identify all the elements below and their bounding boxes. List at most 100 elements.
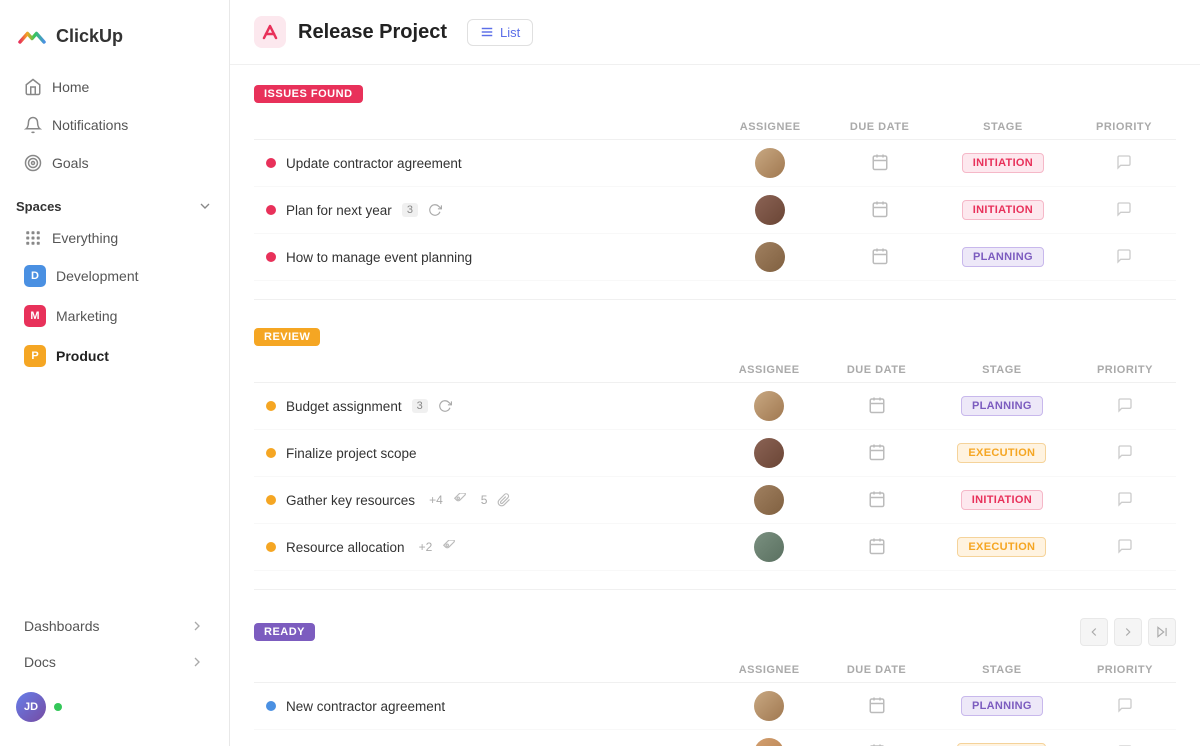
task-stage: PLANNING bbox=[930, 383, 1074, 430]
task-stage: PLANNING bbox=[934, 234, 1072, 281]
calendar-icon bbox=[868, 537, 886, 555]
task-assignee bbox=[715, 383, 823, 430]
priority-icon bbox=[1117, 491, 1133, 507]
stage-badge: PLANNING bbox=[961, 396, 1043, 416]
task-assignee bbox=[715, 524, 823, 571]
review-col-assignee: ASSIGNEE bbox=[715, 358, 823, 383]
target-icon bbox=[24, 154, 42, 172]
calendar-icon bbox=[868, 443, 886, 461]
task-due-date[interactable] bbox=[825, 140, 933, 187]
sidebar-item-development[interactable]: D Development bbox=[8, 257, 221, 295]
logo[interactable]: ClickUp bbox=[0, 12, 229, 68]
issues-section: ISSUES FOUND ASSIGNEE DUE DATE STAGE PRI… bbox=[230, 65, 1200, 291]
sidebar-item-everything-label: Everything bbox=[52, 230, 118, 246]
stage-badge: EXECUTION bbox=[957, 443, 1046, 463]
table-row: Resource allocation +2 EXE bbox=[254, 524, 1176, 571]
issues-table: ASSIGNEE DUE DATE STAGE PRIORITY Update … bbox=[254, 115, 1176, 281]
priority-icon bbox=[1116, 201, 1132, 217]
main-header: Release Project List bbox=[230, 0, 1200, 65]
task-name[interactable]: How to manage event planning bbox=[286, 250, 472, 265]
tag-icon bbox=[453, 493, 467, 507]
sidebar-item-dashboards[interactable]: Dashboards bbox=[8, 609, 221, 643]
sidebar-item-docs[interactable]: Docs bbox=[8, 645, 221, 679]
task-due-date[interactable] bbox=[823, 477, 929, 524]
toolbar-btn-skip[interactable] bbox=[1148, 618, 1176, 646]
stage-badge: INITIATION bbox=[961, 490, 1043, 510]
table-row: Gather key resources +4 5 bbox=[254, 477, 1176, 524]
review-table: ASSIGNEE DUE DATE STAGE PRIORITY Budget … bbox=[254, 358, 1176, 571]
sidebar-item-notifications[interactable]: Notifications bbox=[8, 107, 221, 143]
development-dot: D bbox=[24, 265, 46, 287]
task-name[interactable]: Resource allocation bbox=[286, 540, 405, 555]
task-dot bbox=[266, 252, 276, 262]
task-dot bbox=[266, 448, 276, 458]
task-due-date[interactable] bbox=[823, 524, 929, 571]
calendar-icon bbox=[868, 696, 886, 714]
task-name[interactable]: Budget assignment bbox=[286, 399, 402, 414]
task-due-date[interactable] bbox=[825, 187, 933, 234]
sidebar-item-marketing-label: Marketing bbox=[56, 308, 117, 324]
task-name[interactable]: Plan for next year bbox=[286, 203, 392, 218]
avatar bbox=[754, 532, 784, 562]
sidebar-item-marketing[interactable]: M Marketing bbox=[8, 297, 221, 335]
task-name[interactable]: Gather key resources bbox=[286, 493, 415, 508]
sidebar-item-home[interactable]: Home bbox=[8, 69, 221, 105]
task-priority bbox=[1072, 234, 1176, 281]
task-name[interactable]: Update contractor agreement bbox=[286, 156, 462, 171]
issues-section-header: ISSUES FOUND bbox=[254, 85, 1176, 103]
stage-badge: INITIATION bbox=[962, 153, 1044, 173]
sidebar-item-everything[interactable]: Everything bbox=[8, 221, 221, 255]
toolbar-btn-left[interactable] bbox=[1080, 618, 1108, 646]
sidebar-item-home-label: Home bbox=[52, 79, 89, 95]
task-assignee bbox=[715, 477, 823, 524]
task-stage: PLANNING bbox=[930, 683, 1074, 730]
task-assignee bbox=[715, 683, 823, 730]
task-name-cell: Refresh company website 5 bbox=[254, 730, 715, 746]
sidebar-item-dashboards-label: Dashboards bbox=[24, 618, 100, 634]
sidebar-item-goals[interactable]: Goals bbox=[8, 145, 221, 181]
priority-icon bbox=[1117, 444, 1133, 460]
list-view-label: List bbox=[500, 25, 520, 40]
issues-col-assignee: ASSIGNEE bbox=[715, 115, 825, 140]
review-col-stage: STAGE bbox=[930, 358, 1074, 383]
task-name-cell: Budget assignment 3 bbox=[254, 383, 715, 430]
tag-count: +2 bbox=[419, 540, 433, 554]
task-due-date[interactable] bbox=[823, 430, 929, 477]
chevron-down-icon[interactable] bbox=[197, 198, 213, 214]
sidebar: ClickUp Home Notifications Goals Spaces bbox=[0, 0, 230, 746]
task-priority bbox=[1074, 730, 1176, 746]
list-view-button[interactable]: List bbox=[467, 19, 533, 46]
stage-badge: INITIATION bbox=[962, 200, 1044, 220]
task-name-cell: New contractor agreement bbox=[254, 683, 715, 730]
sidebar-item-docs-label: Docs bbox=[24, 654, 56, 670]
review-col-name bbox=[254, 358, 715, 383]
online-status-dot bbox=[54, 703, 62, 711]
calendar-icon bbox=[868, 490, 886, 508]
avatar bbox=[755, 242, 785, 272]
attachment-count: 5 bbox=[481, 493, 488, 507]
task-priority bbox=[1072, 140, 1176, 187]
calendar-icon bbox=[871, 153, 889, 171]
calendar-icon bbox=[868, 396, 886, 414]
priority-icon bbox=[1116, 154, 1132, 170]
task-due-date[interactable] bbox=[823, 730, 929, 746]
sidebar-item-product[interactable]: P Product bbox=[8, 337, 221, 375]
task-name[interactable]: Finalize project scope bbox=[286, 446, 417, 461]
task-name-cell: Plan for next year 3 bbox=[254, 187, 715, 234]
priority-icon bbox=[1117, 397, 1133, 413]
task-name[interactable]: New contractor agreement bbox=[286, 699, 445, 714]
user-profile-area[interactable]: JD bbox=[0, 680, 229, 734]
toolbar-btn-right[interactable] bbox=[1114, 618, 1142, 646]
project-icon bbox=[254, 16, 286, 48]
task-due-date[interactable] bbox=[823, 383, 929, 430]
list-icon bbox=[480, 25, 494, 39]
refresh-icon bbox=[428, 203, 442, 217]
task-dot bbox=[266, 495, 276, 505]
task-due-date[interactable] bbox=[823, 683, 929, 730]
table-row: How to manage event planning PLANNING bbox=[254, 234, 1176, 281]
task-priority bbox=[1074, 524, 1176, 571]
review-col-priority: PRIORITY bbox=[1074, 358, 1176, 383]
stage-badge: PLANNING bbox=[961, 696, 1043, 716]
task-due-date[interactable] bbox=[825, 234, 933, 281]
task-name-cell: How to manage event planning bbox=[254, 234, 715, 281]
